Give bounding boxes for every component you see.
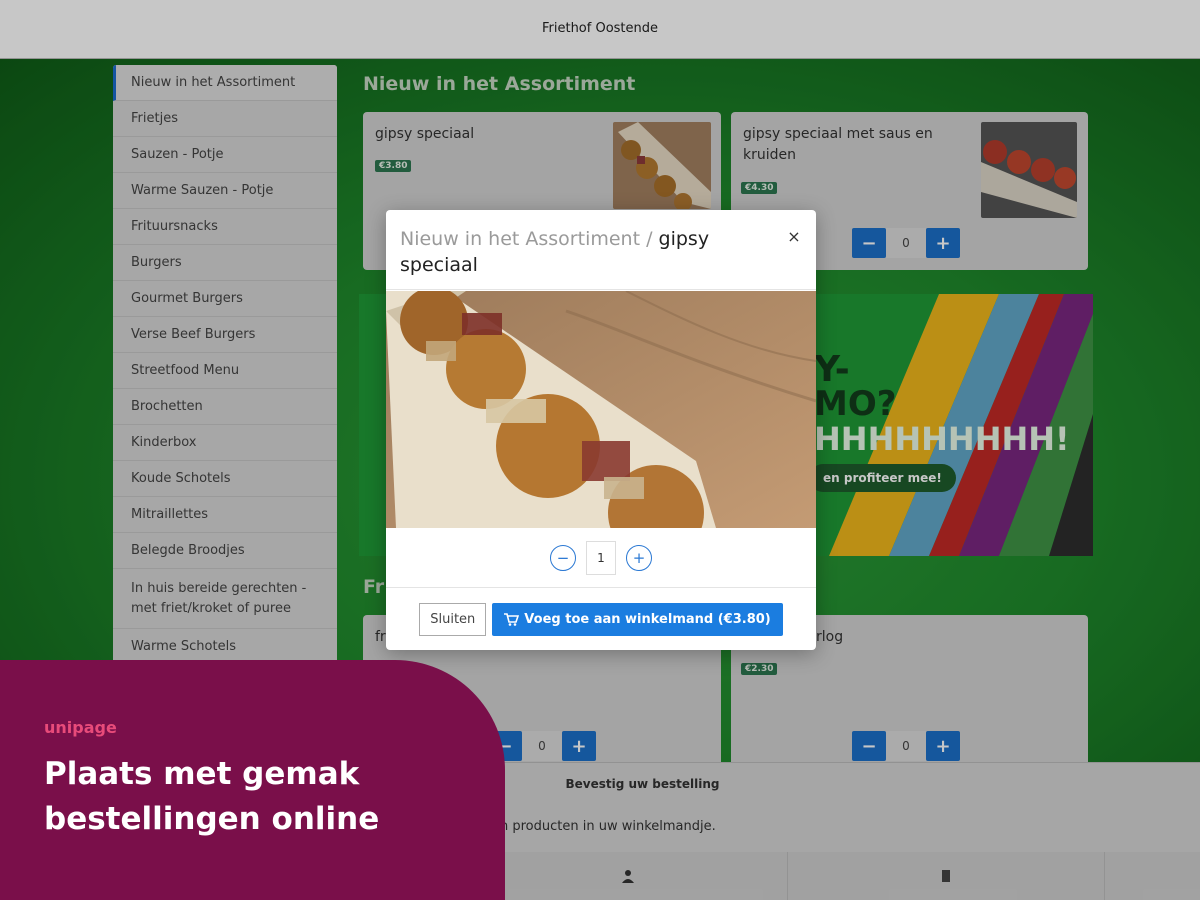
product-photo	[386, 291, 816, 528]
modal-quantity-value[interactable]: 1	[586, 541, 616, 575]
sidebar-item-label: Sauzen - Potje	[131, 147, 224, 162]
sidebar-item-label: Burgers	[131, 255, 182, 270]
modal-quantity-stepper: − 1 +	[386, 540, 816, 576]
sidebar-item-sauzen[interactable]: Sauzen - Potje	[113, 137, 337, 173]
sidebar-item-gourmet-burgers[interactable]: Gourmet Burgers	[113, 281, 337, 317]
confirm-title: Bevestig uw bestelling	[565, 777, 720, 791]
modal-title: Nieuw in het Assortiment / gipsy speciaa…	[400, 226, 760, 278]
sidebar-item-streetfood-menu[interactable]: Streetfood Menu	[113, 353, 337, 389]
user-icon	[622, 870, 635, 883]
add-to-cart-button[interactable]: Voeg toe aan winkelmand (€3.80)	[492, 602, 783, 636]
sidebar-item-brochetten[interactable]: Brochetten	[113, 389, 337, 425]
sidebar-item-warme-sauzen[interactable]: Warme Sauzen - Potje	[113, 173, 337, 209]
banner-cta-button[interactable]: en profiteer mee!	[809, 464, 956, 492]
product-name: gipsy speciaal	[375, 126, 475, 142]
tab-account[interactable]	[470, 852, 788, 900]
banner-text-2: MO?	[814, 384, 897, 424]
sidebar-item-label: Gourmet Burgers	[131, 291, 243, 306]
plus-circle-button[interactable]: +	[626, 545, 652, 571]
sidebar-item-label: Verse Beef Burgers	[131, 327, 256, 342]
unipage-promo: unipage Plaats met gemak bestellingen on…	[0, 660, 505, 900]
sidebar-item-label: Nieuw in het Assortiment	[131, 75, 296, 90]
sidebar-item-frietjes[interactable]: Frietjes	[113, 101, 337, 137]
close-icon[interactable]: ×	[786, 229, 802, 245]
product-modal: Nieuw in het Assortiment / gipsy speciaa…	[386, 210, 816, 650]
promo-headline: Plaats met gemak bestellingen online	[44, 756, 380, 837]
tab-cart[interactable]	[788, 852, 1106, 900]
minus-button[interactable]: −	[852, 228, 886, 258]
quantity-stepper: − 0 +	[852, 731, 960, 761]
sidebar-item-kinderbox[interactable]: Kinderbox	[113, 425, 337, 461]
sidebar-item-label: Frituursnacks	[131, 219, 218, 234]
close-button[interactable]: Sluiten	[419, 602, 487, 636]
minus-button[interactable]: −	[852, 731, 886, 761]
product-name: fr	[375, 629, 386, 645]
quantity-value[interactable]: 0	[522, 731, 562, 761]
modal-footer: Sluiten Voeg toe aan winkelmand (€3.80)	[386, 587, 816, 650]
sidebar-item-label: Streetfood Menu	[131, 363, 240, 378]
plus-button[interactable]: +	[562, 731, 596, 761]
sidebar-item-label: Warme Schotels	[131, 639, 236, 654]
banner-text-3: HHHHHHHHH!	[814, 420, 1070, 458]
sidebar-item-verse-beef-burgers[interactable]: Verse Beef Burgers	[113, 317, 337, 353]
sidebar-item-label: Warme Sauzen - Potje	[131, 183, 274, 198]
app-title: Friethof Oostende	[541, 20, 659, 36]
bottom-nav	[470, 852, 1200, 900]
product-image	[981, 122, 1077, 218]
order-confirm-panel: Bevestig uw bestelling n producten in uw…	[470, 762, 1200, 852]
quantity-value[interactable]: 0	[886, 228, 926, 258]
sidebar-item-label: Brochetten	[131, 399, 203, 414]
sidebar-item-burgers[interactable]: Burgers	[113, 245, 337, 281]
plus-button[interactable]: +	[926, 731, 960, 761]
price-badge: €4.30	[741, 182, 778, 194]
cart-icon	[504, 612, 520, 626]
sidebar-item-label: In huis bereide gerechten - met friet/kr…	[131, 580, 307, 616]
product-name: rlog	[816, 629, 844, 645]
price-badge: €2.30	[741, 663, 778, 675]
sidebar-item-label: Mitraillettes	[131, 507, 209, 522]
sidebar-item-in-huis-gerechten[interactable]: In huis bereide gerechten - met friet/kr…	[113, 569, 337, 629]
document-icon	[941, 870, 950, 882]
modal-header: Nieuw in het Assortiment / gipsy speciaa…	[386, 210, 816, 290]
sidebar-item-mitraillettes[interactable]: Mitraillettes	[113, 497, 337, 533]
section-title-new: Nieuw in het Assortiment	[363, 73, 636, 95]
quantity-value[interactable]: 0	[886, 731, 926, 761]
confirm-message: n producten in uw winkelmandje.	[500, 819, 716, 834]
sidebar-item-label: Koude Schotels	[131, 471, 231, 486]
tab-extra[interactable]	[1105, 852, 1200, 900]
sidebar-item-label: Belegde Broodjes	[131, 543, 245, 558]
sidebar-item-label: Kinderbox	[131, 435, 197, 450]
sidebar-item-belegde-broodjes[interactable]: Belegde Broodjes	[113, 533, 337, 569]
product-name: gipsy speciaal met saus en kruiden	[743, 126, 933, 163]
sidebar-item-nieuw[interactable]: Nieuw in het Assortiment	[113, 65, 337, 101]
section-title-fries: Fr	[363, 576, 385, 598]
sidebar-item-koude-schotels[interactable]: Koude Schotels	[113, 461, 337, 497]
product-image	[613, 122, 711, 209]
category-sidebar: Nieuw in het Assortiment Frietjes Sauzen…	[113, 65, 337, 705]
modal-breadcrumb: Nieuw in het Assortiment /	[400, 228, 653, 250]
minus-circle-button[interactable]: −	[550, 545, 576, 571]
app-header: Friethof Oostende	[0, 0, 1200, 59]
unipage-logo: unipage	[44, 718, 117, 737]
sidebar-item-frituursnacks[interactable]: Frituursnacks	[113, 209, 337, 245]
quantity-stepper: − 0 +	[852, 228, 960, 258]
plus-button[interactable]: +	[926, 228, 960, 258]
add-to-cart-label: Voeg toe aan winkelmand (€3.80)	[524, 611, 771, 627]
sidebar-item-label: Frietjes	[131, 111, 178, 126]
price-badge: €3.80	[375, 160, 412, 172]
